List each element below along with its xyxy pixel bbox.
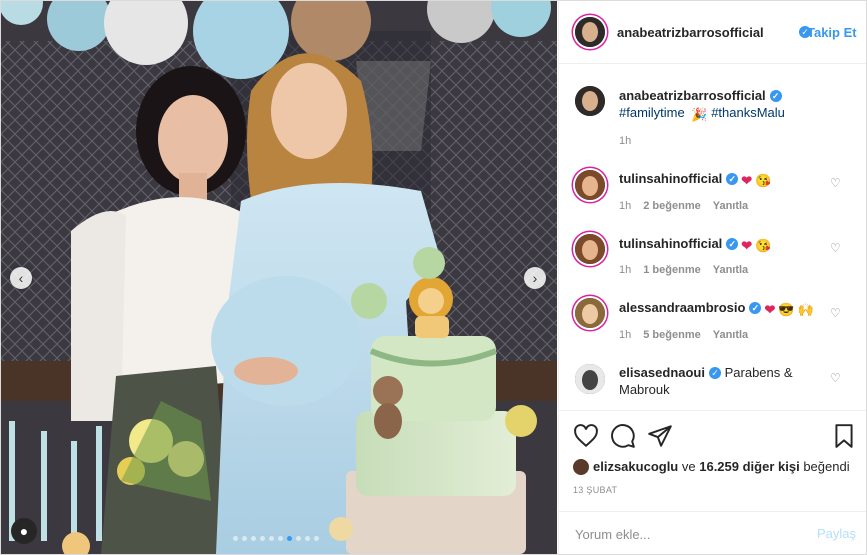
comment-meta: 1h 5 beğenme Yanıtla [619,329,748,341]
caption-author-name[interactable]: anabeatrizbarrosofficial [619,88,766,103]
author-username[interactable]: anabeatrizbarrosofficial [617,25,764,40]
user-tag-button[interactable]: ● [11,518,37,544]
comment-username-text[interactable]: elisasednaoui [619,365,705,380]
comment-like-count[interactable]: 2 beğenme [643,200,700,212]
liker-avatar[interactable] [573,459,589,475]
sunglasses-emoji-icon: 😎 [778,302,795,317]
post-header: anabeatrizbarrosofficial ✓ Takip Et [559,1,866,64]
carousel-dot [305,536,310,541]
comment-like-heart-icon[interactable]: ♡ [830,372,842,384]
carousel-dot [296,536,301,541]
post-side-panel: anabeatrizbarrosofficial ✓ Takip Et anab… [558,1,866,554]
comment-like-count[interactable]: 1 beğenme [643,264,700,276]
likes-count-link[interactable]: 16.259 diğer kişi [699,459,799,474]
comment-avatar[interactable] [575,170,605,200]
face-emoji-icon: 😘 [755,238,772,253]
paper-plane-icon[interactable] [647,423,673,449]
comment-input[interactable] [573,524,797,544]
verified-badge-icon: ✓ [769,90,782,102]
comment-username-text[interactable]: alessandraambrosio [619,300,745,315]
comment-meta: 1h 2 beğenme Yanıtla [619,200,748,212]
post-comment-button[interactable]: Paylaş [817,526,856,541]
caption-timestamp: 1h [619,135,632,147]
heart-emoji-icon: ❤ [741,173,753,188]
carousel-dot-active [287,536,292,541]
follow-button[interactable]: Takip Et [807,25,857,40]
avatar-image [575,17,605,47]
comment-avatar[interactable] [575,234,605,264]
comment-username-text[interactable]: tulinsahinofficial [619,171,722,186]
likes-suffix: beğendi [803,459,850,474]
add-comment-bar: Paylaş [559,511,866,554]
caption-author-username[interactable]: anabeatrizbarrosofficial ✓ [619,88,782,103]
post-date: 13 ŞUBAT [573,485,618,495]
avatar-image [575,298,605,328]
avatar-image [575,234,605,264]
comment-username[interactable]: tulinsahinofficial ✓ ❤ 😘 [619,236,771,254]
comment-timestamp: 1h [619,329,632,341]
chevron-right-icon: › [532,270,538,286]
verified-badge-icon: ✓ [726,238,739,250]
photo-illustration [1,1,557,554]
carousel-indicator [233,536,319,541]
comment-meta: 1h 1 beğenme Yanıtla [619,264,748,276]
carousel-dot [278,536,283,541]
next-photo-button[interactable]: › [524,267,546,289]
caption-author-avatar[interactable] [575,86,605,116]
comment-bubble-icon[interactable] [610,423,636,449]
bookmark-icon[interactable] [831,423,857,449]
instagram-post-modal: ‹ › ● anabeatrizbarrosofficial ✓ Takip E… [0,0,867,555]
comment-like-heart-icon[interactable]: ♡ [830,307,842,319]
verified-badge-icon: ✓ [708,367,721,379]
reply-button[interactable]: Yanıtla [713,329,748,341]
carousel-dot [251,536,256,541]
comment-like-heart-icon[interactable]: ♡ [830,242,842,254]
carousel-dot [242,536,247,541]
comment-timestamp: 1h [619,264,632,276]
avatar-image [575,86,605,116]
comment-username[interactable]: tulinsahinofficial ✓ ❤ 😘 [619,171,771,189]
verified-badge-icon: ✓ [726,173,739,185]
heart-emoji-icon: ❤ [764,302,776,317]
avatar-image [575,170,605,200]
hashtag-link[interactable]: #thanksMalu [711,105,785,120]
carousel-dot [314,536,319,541]
comment-avatar[interactable] [575,364,605,394]
user-tag-icon: ● [19,523,29,539]
reply-button[interactable]: Yanıtla [713,200,748,212]
comment-username-text[interactable]: tulinsahinofficial [619,236,722,251]
post-photo[interactable]: ‹ › ● [1,1,557,554]
likes-connector: ve [681,459,696,474]
comment-like-heart-icon[interactable]: ♡ [830,177,842,189]
comment-timestamp: 1h [619,200,632,212]
post-actions: elizsakucoglu ve 16.259 diğer kişi beğen… [559,410,866,554]
comment-body: elisasednaoui ✓ Parabens & Mabrouk [619,364,829,398]
reply-button[interactable]: Yanıtla [713,264,748,276]
heart-icon[interactable] [573,423,599,449]
carousel-dot [269,536,274,541]
verified-badge-icon: ✓ [749,302,762,314]
sparkle-emoji-icon: 🎉 [691,107,708,122]
comment-avatar[interactable] [575,298,605,328]
hashtag-link[interactable]: #familytime [619,105,685,120]
author-avatar[interactable] [575,17,605,47]
avatar-image [575,364,605,394]
comments-list[interactable]: anabeatrizbarrosofficial ✓ #familytime 🎉 … [559,64,866,409]
comment-username[interactable]: alessandraambrosio ✓ ❤ 😎 🙌 [619,300,814,318]
carousel-dot [260,536,265,541]
raised-hands-emoji-icon: 🙌 [797,302,814,317]
likes-summary: elizsakucoglu ve 16.259 diğer kişi beğen… [573,459,850,475]
heart-emoji-icon: ❤ [741,238,753,253]
face-emoji-icon: 😘 [755,173,772,188]
caption-text: #familytime 🎉 #thanksMalu [619,104,785,123]
liker-username[interactable]: elizsakucoglu [593,459,678,474]
carousel-dot [233,536,238,541]
previous-photo-button[interactable]: ‹ [10,267,32,289]
comment-like-count[interactable]: 5 beğenme [643,329,700,341]
chevron-left-icon: ‹ [18,270,24,286]
